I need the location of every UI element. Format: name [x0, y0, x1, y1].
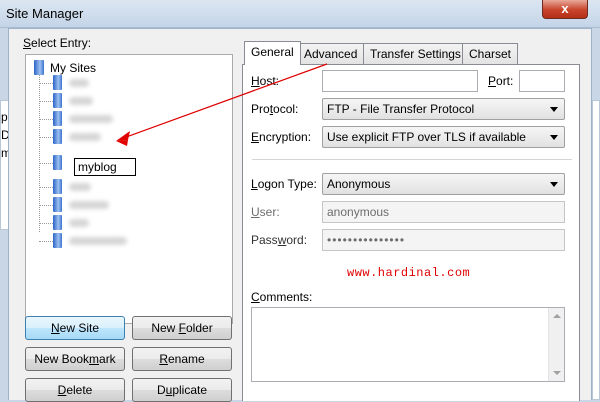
blurred-site-name [69, 219, 89, 227]
delete-button[interactable]: Delete [25, 378, 125, 402]
site-tree[interactable]: My Sites [25, 54, 233, 324]
tab-advanced[interactable]: Advanced [297, 43, 365, 64]
tab-general[interactable]: General [244, 41, 301, 65]
host-input[interactable] [322, 70, 478, 92]
tree-item-site[interactable] [53, 75, 113, 91]
title-bar: Site Manager x [0, 0, 600, 28]
chevron-down-icon [550, 107, 558, 112]
blurred-site-name [69, 133, 101, 141]
scroll-down-icon[interactable] [553, 371, 561, 375]
blurred-site-name [69, 79, 89, 87]
blurred-site-name [69, 97, 93, 105]
site-icon [53, 129, 62, 144]
chevron-down-icon [550, 135, 558, 140]
site-icon [53, 233, 62, 248]
comments-textarea[interactable] [251, 307, 565, 382]
blurred-site-name [69, 201, 109, 209]
tree-connector [39, 137, 53, 138]
dialog-client-area: Select Entry: My Sites myblog New Site N… [8, 28, 592, 402]
tree-item-site[interactable] [53, 93, 113, 109]
tree-item-site-editing[interactable] [53, 155, 73, 171]
protocol-selected-value: FTP - File Transfer Protocol [327, 102, 475, 116]
tree-root-my-sites[interactable]: My Sites [34, 60, 134, 76]
port-label: Port: [488, 74, 514, 88]
close-button[interactable]: x [542, 0, 588, 19]
new-site-button[interactable]: New Site [25, 316, 125, 340]
tree-item-site[interactable] [53, 111, 133, 127]
user-input[interactable]: anonymous [322, 201, 565, 223]
password-label: Password: [251, 233, 308, 247]
host-label: Host: [251, 74, 280, 88]
new-bookmark-button[interactable]: New Bookmark [25, 347, 125, 371]
logon-type-select[interactable]: Anonymous [322, 173, 565, 195]
watermark-text: www.hardinal.com [347, 266, 471, 280]
encryption-selected-value: Use explicit FTP over TLS if available [327, 130, 526, 144]
folder-icon [34, 60, 44, 75]
tree-connector [39, 205, 53, 206]
tree-connector [39, 70, 40, 232]
tree-item-site[interactable] [53, 197, 123, 213]
protocol-select[interactable]: FTP - File Transfer Protocol [322, 98, 565, 120]
general-tab-panel: Host: Port: Protocol: FTP - File Transfe… [242, 64, 580, 401]
select-entry-label: Select Entry: [23, 36, 92, 50]
tree-connector [39, 241, 53, 242]
blurred-site-name [69, 183, 91, 191]
background-window-right [592, 100, 600, 400]
scroll-up-icon[interactable] [553, 314, 561, 318]
user-label: User: [251, 205, 280, 219]
tree-connector [39, 187, 53, 188]
site-icon [53, 111, 62, 126]
comments-label: Comments: [251, 290, 313, 304]
chevron-down-icon [550, 182, 558, 187]
blurred-site-name [69, 237, 127, 245]
logon-type-label: Logon Type: [251, 177, 317, 191]
duplicate-button[interactable]: Duplicate [132, 378, 232, 402]
rename-button[interactable]: Rename [132, 347, 232, 371]
tree-item-site[interactable] [53, 129, 113, 145]
site-icon [53, 155, 62, 170]
tree-root-label: My Sites [50, 61, 97, 75]
site-icon [53, 179, 62, 194]
encryption-select[interactable]: Use explicit FTP over TLS if available [322, 126, 565, 148]
separator [252, 159, 572, 160]
logon-type-selected-value: Anonymous [327, 177, 391, 191]
tree-item-site[interactable] [53, 233, 143, 249]
protocol-label: Protocol: [251, 102, 299, 116]
tree-connector [39, 101, 53, 102]
background-text: p [1, 110, 8, 124]
tree-item-site[interactable] [53, 179, 113, 195]
port-input[interactable] [519, 70, 565, 92]
password-input[interactable]: ••••••••••••••• [322, 229, 565, 251]
tree-connector [39, 223, 53, 224]
site-icon [53, 197, 62, 212]
site-icon [53, 93, 62, 108]
close-icon: x [561, 1, 569, 16]
tab-charset[interactable]: Charset [462, 43, 519, 64]
tree-connector [39, 83, 53, 84]
comments-scrollbar[interactable] [548, 308, 564, 381]
window-title: Site Manager [6, 6, 84, 21]
site-icon [53, 215, 62, 230]
tree-connector [39, 119, 53, 120]
rename-site-input[interactable] [74, 158, 136, 176]
site-icon [53, 75, 62, 90]
tab-transfer-settings[interactable]: Transfer Settings [363, 43, 468, 64]
tree-connector [39, 163, 53, 164]
new-folder-button[interactable]: New Folder [132, 316, 232, 340]
encryption-label: Encryption: [251, 130, 312, 144]
tree-item-site[interactable] [53, 215, 113, 231]
blurred-site-name [69, 115, 113, 123]
